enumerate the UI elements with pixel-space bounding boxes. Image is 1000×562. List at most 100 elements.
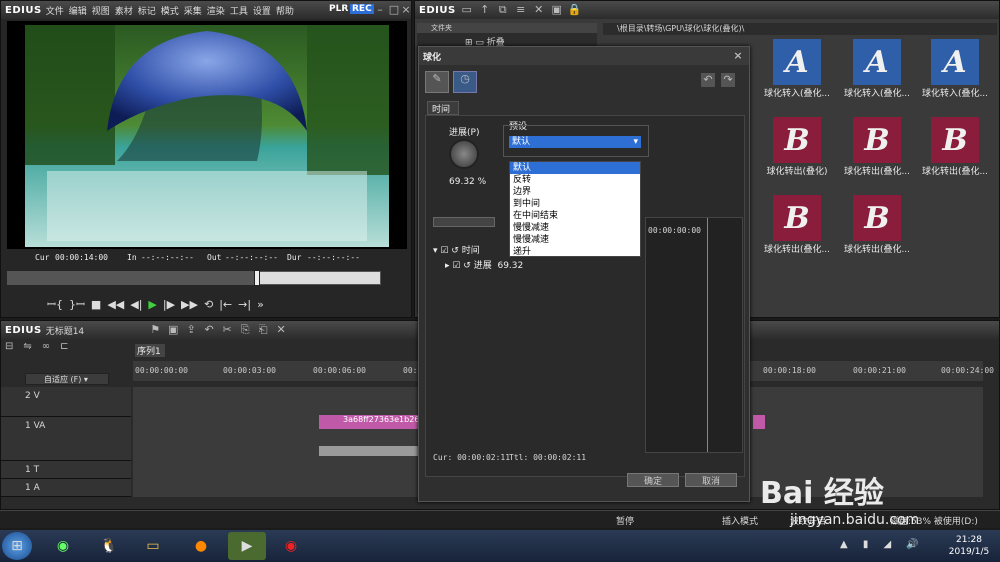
timeline-clip-audio[interactable]	[319, 446, 419, 456]
taskbar-app-explorer[interactable]: ▭	[134, 532, 172, 560]
mark-in-icon[interactable]: ꟷ{	[47, 297, 63, 312]
loop-icon[interactable]: ⟲	[204, 298, 213, 311]
undo-icon[interactable]: ↶	[202, 323, 216, 337]
preset-select[interactable]: 默认 ▾	[509, 136, 641, 148]
clip-thumbnail[interactable]: A	[773, 39, 821, 85]
insert-icon[interactable]: |←	[219, 298, 232, 311]
add-clip-icon[interactable]: ⧉	[496, 3, 510, 17]
preset-option[interactable]: 在中间结束	[510, 210, 640, 222]
play-icon[interactable]: ▶	[148, 298, 156, 311]
taskbar-app-1[interactable]: ◉	[44, 532, 82, 560]
delete-icon[interactable]: ✕	[532, 3, 546, 17]
playback-scrubber[interactable]	[7, 270, 381, 286]
menu-settings[interactable]: 设置	[253, 7, 271, 17]
progress-value: 69.32 %	[449, 177, 487, 187]
taskbar-app-record[interactable]: ◉	[272, 532, 310, 560]
new-sequence-icon[interactable]: ⚑	[148, 323, 162, 337]
menu-file[interactable]: 文件	[46, 7, 64, 17]
track-header-1t[interactable]: 1 T	[1, 461, 131, 479]
paste-icon[interactable]: ⎗	[256, 323, 270, 337]
taskbar-app-firefox[interactable]: ●	[182, 532, 220, 560]
cut-icon[interactable]: ✂	[220, 323, 234, 337]
clip-thumbnail[interactable]: B	[773, 117, 821, 163]
ok-button[interactable]: 确定	[627, 473, 679, 487]
clip-label: 球化转出(叠化...	[843, 167, 911, 177]
rec-button[interactable]: REC	[350, 4, 374, 14]
menu-capture[interactable]: 采集	[184, 7, 202, 17]
scrubber-handle[interactable]	[254, 270, 261, 286]
track-header-1va[interactable]: 1 VA	[1, 417, 131, 461]
track-mode-icon[interactable]: ⊟	[5, 341, 13, 355]
sync-icon[interactable]: ⇋	[23, 341, 31, 355]
track-header-1a[interactable]: 1 A	[1, 479, 131, 497]
export-icon[interactable]: ⇪	[184, 323, 198, 337]
stop-icon[interactable]: ■	[91, 298, 101, 311]
mark-out-icon[interactable]: }ꟷ	[69, 297, 85, 312]
start-button[interactable]: ⊞	[2, 532, 32, 560]
sequence-icon[interactable]: ≡	[514, 3, 528, 17]
menu-mode[interactable]: 模式	[161, 7, 179, 17]
dialog-close-icon[interactable]: ×	[731, 49, 745, 63]
clip-thumbnail[interactable]: A	[931, 39, 979, 85]
tab-time[interactable]: 时间	[427, 101, 459, 115]
more-icon[interactable]: »	[257, 298, 264, 311]
up-icon[interactable]: ↑	[478, 3, 492, 17]
plr-button[interactable]: PLR	[329, 4, 348, 14]
preset-option[interactable]: 默认	[510, 162, 640, 174]
folder-icon[interactable]: ▭	[460, 3, 474, 17]
dialog-titlebar: 球化 ×	[419, 47, 749, 65]
stopwatch-icon[interactable]: ◷	[453, 71, 477, 93]
menu-marker[interactable]: 标记	[138, 7, 156, 17]
copy-icon[interactable]: ⎘	[238, 323, 252, 337]
clip-thumbnail[interactable]: A	[853, 39, 901, 85]
menu-clip[interactable]: 素材	[115, 7, 133, 17]
taskbar-app-qq[interactable]: 🐧	[90, 532, 128, 560]
preset-option[interactable]: 到中间	[510, 198, 640, 210]
link-icon[interactable]: ∞	[42, 341, 50, 355]
player-titlebar: EDIUS 文件 编辑 视图 素材 标记 模式 采集 渲染 工具 设置 帮助 PLR REC – □…	[1, 1, 411, 19]
preset-option[interactable]: 反转	[510, 174, 640, 186]
overwrite-icon[interactable]: →|	[238, 298, 251, 311]
clock[interactable]: 21:28 2019/1/5	[942, 534, 996, 558]
menu-tools[interactable]: 工具	[230, 7, 248, 17]
dialog-title: 球化	[423, 53, 442, 63]
menu-help[interactable]: 帮助	[276, 7, 294, 17]
menu-view[interactable]: 视图	[92, 7, 110, 17]
sequence-tab[interactable]: 序列1	[135, 344, 165, 357]
snap-icon[interactable]: ⊏	[60, 341, 68, 355]
save-icon[interactable]: ▣	[166, 323, 180, 337]
step-back-icon[interactable]: ◀|	[130, 298, 142, 311]
minimize-icon[interactable]: –	[373, 3, 387, 17]
delete-clip-icon[interactable]: ✕	[274, 323, 288, 337]
clip-thumbnail[interactable]: B	[931, 117, 979, 163]
track-header-2v[interactable]: 2 V	[1, 387, 131, 417]
preset-option[interactable]: 边界	[510, 186, 640, 198]
zoom-mode-select[interactable]: 自适应 (F) ▾	[25, 373, 109, 385]
menu-render[interactable]: 渲染	[207, 7, 225, 17]
step-forward-icon[interactable]: |▶	[163, 298, 175, 311]
keyframe-zoom[interactable]	[433, 217, 495, 227]
timeline-clip[interactable]: 3a68ff27363e1b26	[319, 415, 419, 429]
clip-thumbnail[interactable]: B	[853, 117, 901, 163]
taskbar-app-edius[interactable]: ▶	[228, 532, 266, 560]
fast-forward-icon[interactable]: ▶▶	[181, 298, 198, 311]
preset-option[interactable]: 慢慢减速	[510, 222, 640, 234]
keyframe-graph[interactable]: 00:00:00:00	[645, 217, 743, 453]
close-icon[interactable]: ×	[399, 3, 411, 17]
cancel-button[interactable]: 取消	[685, 473, 737, 487]
effect-settings-icon[interactable]: ✎	[425, 71, 449, 93]
dialog-redo-icon[interactable]: ↷	[721, 73, 735, 87]
keyframe-playhead[interactable]	[707, 218, 708, 452]
param-row[interactable]: ▸ ☑ ↺ 进展 69.32	[445, 258, 641, 271]
clip-thumbnail[interactable]: B	[853, 195, 901, 241]
tree-node-time[interactable]: ▾ ☑ ↺ 时间	[433, 243, 643, 256]
timeline-clip-right[interactable]	[753, 415, 765, 429]
lock-icon[interactable]: 🔒	[568, 3, 582, 17]
properties-icon[interactable]: ▣	[550, 3, 564, 17]
clip-label: 球化转出(叠化...	[763, 245, 831, 255]
rewind-icon[interactable]: ◀◀	[107, 298, 124, 311]
progress-knob[interactable]	[449, 139, 479, 169]
clip-thumbnail[interactable]: B	[773, 195, 821, 241]
dialog-undo-icon[interactable]: ↶	[701, 73, 715, 87]
menu-edit[interactable]: 编辑	[69, 7, 87, 17]
